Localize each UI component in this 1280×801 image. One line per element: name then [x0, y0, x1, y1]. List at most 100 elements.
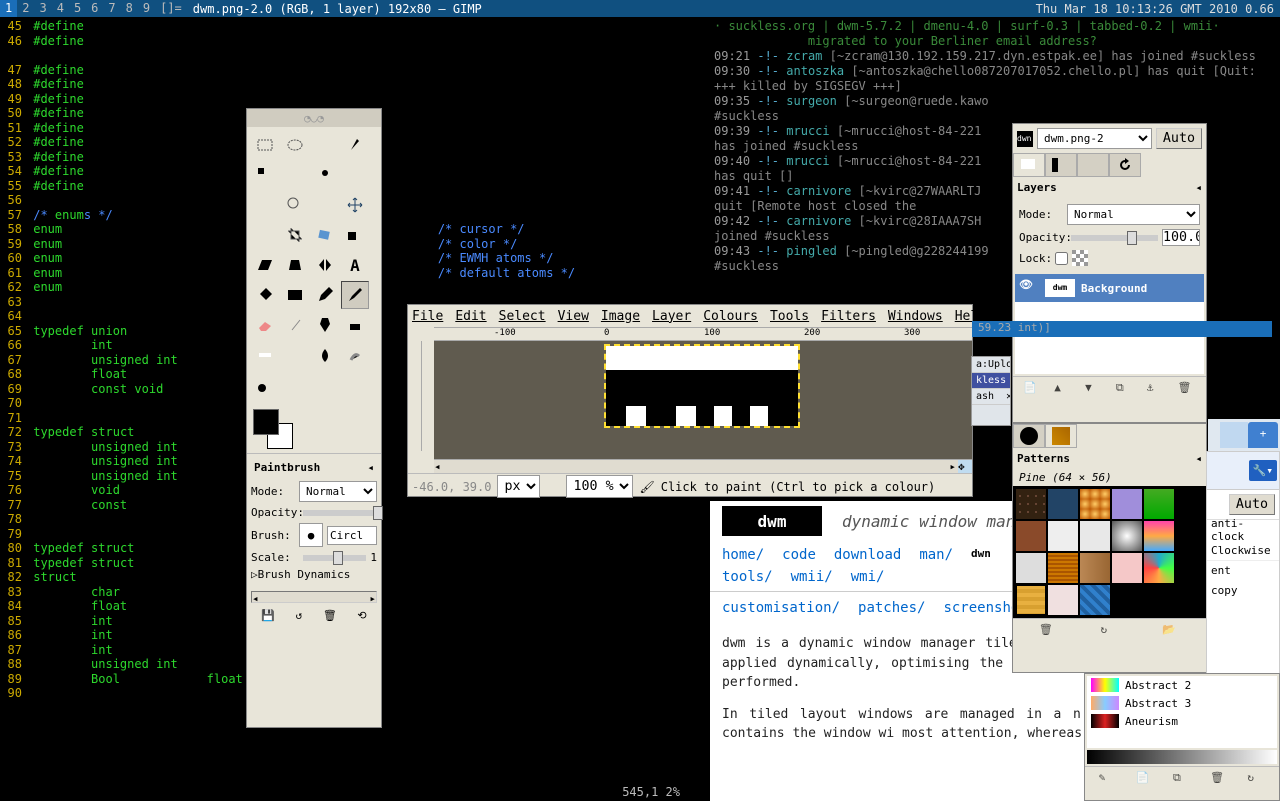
nav-customisation[interactable]: customisation/	[722, 600, 840, 616]
layer-opacity-value[interactable]	[1162, 229, 1200, 246]
menu-tools[interactable]: Tools	[770, 309, 809, 324]
brushes-tab[interactable]	[1013, 424, 1045, 448]
scale-slider[interactable]	[303, 555, 366, 561]
menu-copy[interactable]: copy	[1207, 580, 1279, 600]
dodge-tool[interactable]	[251, 371, 279, 399]
scissors-tool[interactable]	[281, 161, 309, 189]
layer-name[interactable]: Background	[1081, 282, 1147, 295]
visibility-icon[interactable]: 👁	[1019, 278, 1039, 298]
perspective-tool[interactable]	[281, 251, 309, 279]
brush-preview[interactable]: ●	[299, 523, 323, 547]
zoom-tool[interactable]	[281, 191, 309, 219]
raise-layer-icon[interactable]: ▲	[1054, 381, 1072, 399]
channels-tab[interactable]	[1045, 153, 1077, 177]
tabbed-tab-0[interactable]: a:Uplo	[972, 357, 1010, 373]
panel-menu-icon[interactable]: ◂	[1195, 181, 1202, 194]
perspective-clone-tool[interactable]	[281, 341, 309, 369]
hscrollbar-canvas[interactable]: ◂▸✥	[434, 459, 972, 473]
nav-home[interactable]: home/	[722, 547, 764, 563]
edit-gradient-icon[interactable]: ✎	[1099, 771, 1117, 789]
open-pattern-dialog-icon[interactable]: 📂	[1162, 623, 1180, 641]
paint-mode-select[interactable]: Normal	[299, 481, 377, 502]
zoom-select[interactable]: 100 %	[566, 475, 633, 498]
gradient-item[interactable]: Aneurism	[1087, 712, 1277, 730]
pattern-swatch[interactable]	[1015, 584, 1047, 616]
brush-name[interactable]	[327, 526, 377, 545]
fuzzy-select-tool[interactable]	[341, 131, 369, 159]
ink-tool[interactable]	[311, 311, 339, 339]
menu-clockwise[interactable]: Clockwise	[1207, 540, 1279, 560]
layer-mode-select[interactable]: Normal	[1067, 204, 1200, 225]
paths-tab[interactable]	[1077, 153, 1109, 177]
tag-9[interactable]: 9	[138, 0, 155, 17]
pattern-swatch[interactable]	[1047, 488, 1079, 520]
pattern-swatch[interactable]	[1079, 584, 1111, 616]
anchor-layer-icon[interactable]: ⚓	[1147, 381, 1165, 399]
tag-4[interactable]: 4	[52, 0, 69, 17]
align-tool[interactable]	[251, 221, 279, 249]
eraser-tool[interactable]	[251, 311, 279, 339]
menu-colours[interactable]: Colours	[703, 309, 758, 324]
image-selector[interactable]: dwm.png-2	[1037, 128, 1152, 149]
nav-preview-icon[interactable]: ✥	[958, 460, 972, 473]
blend-tool[interactable]	[281, 281, 309, 309]
menu-file[interactable]: File	[412, 309, 443, 324]
color-swatch[interactable]	[253, 409, 293, 449]
menu-windows[interactable]: Windows	[888, 309, 943, 324]
gradient-item[interactable]: Abstract 2	[1087, 676, 1277, 694]
tag-6[interactable]: 6	[86, 0, 103, 17]
tag-2[interactable]: 2	[17, 0, 34, 17]
pattern-swatch[interactable]	[1015, 552, 1047, 584]
airbrush-tool[interactable]	[281, 311, 309, 339]
pattern-swatch[interactable]	[1111, 520, 1143, 552]
tabbed-tab-1[interactable]: kless	[972, 373, 1010, 389]
menu-layer[interactable]: Layer	[652, 309, 691, 324]
menu-view[interactable]: View	[558, 309, 589, 324]
pattern-swatch[interactable]	[1143, 488, 1175, 520]
gradient-list[interactable]: Abstract 2 Abstract 3 Aneurism	[1087, 676, 1277, 748]
lock-alpha-icon[interactable]	[1072, 250, 1088, 266]
patterns-menu-icon[interactable]: ◂	[1195, 452, 1202, 465]
nav-man[interactable]: man/	[919, 547, 953, 563]
refresh-gradients-icon[interactable]: ↻	[1247, 771, 1265, 789]
hscrollbar[interactable]: ◂▸	[251, 591, 377, 603]
auto-button[interactable]: Auto	[1156, 128, 1202, 149]
browser-tab[interactable]	[1220, 422, 1248, 448]
foreground-select-tool[interactable]	[311, 161, 339, 189]
nav-wmi[interactable]: wmi/	[851, 569, 885, 585]
lower-layer-icon[interactable]: ▼	[1085, 381, 1103, 399]
nav-tools[interactable]: tools/	[722, 569, 773, 585]
pencil-tool[interactable]	[311, 281, 339, 309]
pattern-swatch[interactable]	[1111, 488, 1143, 520]
browser-new-tab[interactable]: +	[1248, 422, 1278, 448]
measure-tool[interactable]	[311, 191, 339, 219]
unit-select[interactable]: px	[497, 475, 540, 498]
tag-7[interactable]: 7	[103, 0, 120, 17]
clone-tool[interactable]	[341, 311, 369, 339]
heal-tool[interactable]	[251, 341, 279, 369]
layer-opacity-slider[interactable]	[1071, 235, 1158, 241]
menu-image[interactable]: Image	[601, 309, 640, 324]
text-tool[interactable]: A	[341, 251, 369, 279]
pattern-swatch[interactable]	[1047, 552, 1079, 584]
menu-anticlockwise[interactable]: anti-clock	[1207, 520, 1279, 540]
pattern-swatch[interactable]	[1079, 552, 1111, 584]
menu-select[interactable]: Select	[499, 309, 546, 324]
menu-edit[interactable]: Edit	[455, 309, 486, 324]
paths-tool[interactable]	[341, 161, 369, 189]
pattern-swatch[interactable]	[1047, 584, 1079, 616]
tag-8[interactable]: 8	[121, 0, 138, 17]
reset-options-icon[interactable]: ⟲	[357, 609, 366, 622]
pattern-swatch[interactable]	[1143, 520, 1175, 552]
pattern-swatch[interactable]	[1143, 552, 1175, 584]
new-layer-icon[interactable]: 📄	[1023, 381, 1041, 399]
wrench-icon[interactable]: 🔧▾	[1249, 460, 1277, 481]
patterns-tab[interactable]	[1045, 424, 1077, 448]
duplicate-gradient-icon[interactable]: ⧉	[1173, 771, 1191, 789]
pattern-swatch[interactable]	[1015, 520, 1047, 552]
layer-item-background[interactable]: 👁 dwm Background	[1015, 274, 1204, 302]
nav-patches[interactable]: patches/	[858, 600, 925, 616]
refresh-patterns-icon[interactable]: ↻	[1100, 623, 1118, 641]
ellipse-select-tool[interactable]	[281, 131, 309, 159]
menu-filters[interactable]: Filters	[821, 309, 876, 324]
